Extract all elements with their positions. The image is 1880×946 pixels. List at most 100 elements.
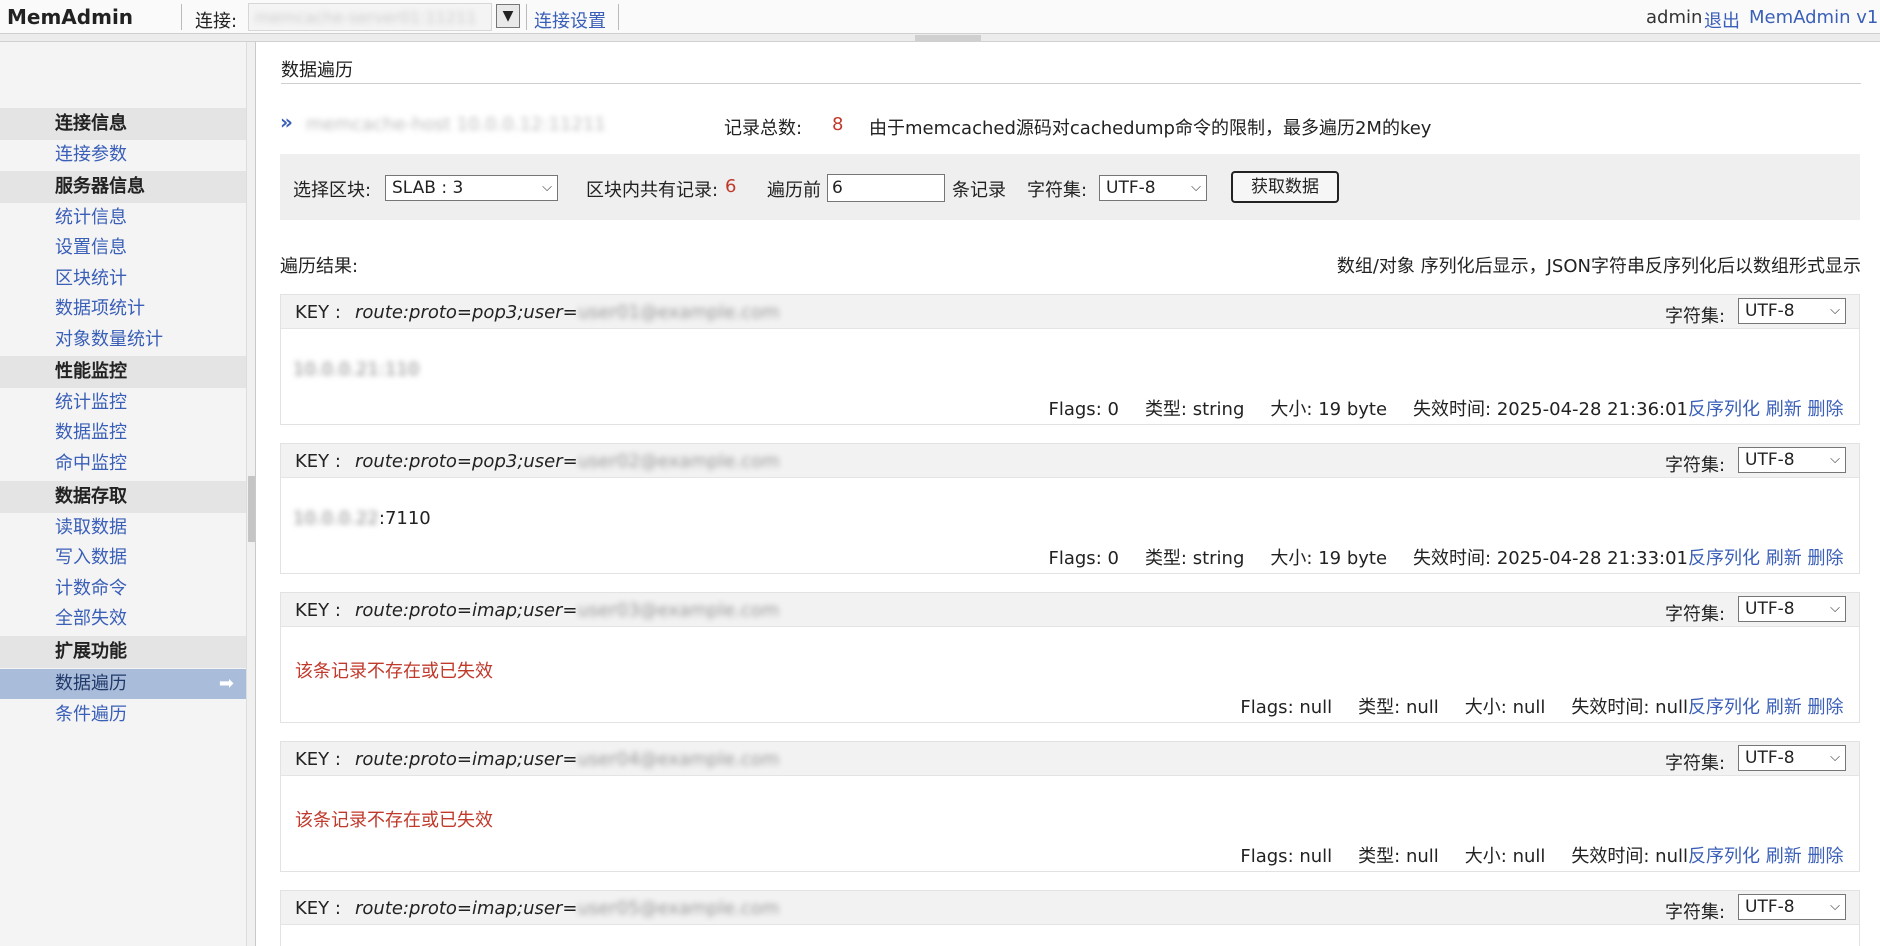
unserialize-link[interactable]: 反序列化 [1688,399,1760,420]
records-unit-label: 条记录 [952,180,1006,201]
key-label: KEY : [295,898,341,919]
sidebar-item-read-data[interactable]: 读取数据 [0,513,246,543]
chevron-down-icon: ⌵ [1191,180,1201,195]
sidebar-item-object-count[interactable]: 对象数量统计 [0,325,246,355]
total-records-value: 8 [832,114,844,135]
main-content: 数据遍历 » memcache-host 10.0.0.12:11211 记录总… [258,42,1880,946]
key-label: KEY : [295,600,341,621]
sidebar-item-item-stats[interactable]: 数据项统计 [0,294,246,324]
charset-select[interactable]: UTF-8 ⌵ [1099,175,1207,201]
record-expire: 失效时间: null [1571,697,1688,718]
unserialize-link[interactable]: 反序列化 [1688,846,1760,867]
record-charset-select[interactable]: UTF-8 ⌵ [1738,596,1846,622]
traverse-count-input[interactable]: 6 [827,174,945,202]
record-value: 10.0.0.21:110 [293,359,420,380]
sidebar-item-data-monitor[interactable]: 数据监控 [0,418,246,448]
sidebar-item-settings[interactable]: 设置信息 [0,233,246,263]
record-actions: 反序列化 刷新 删除 [1688,544,1859,570]
sidebar-item-stats[interactable]: 统计信息 [0,203,246,233]
record-type: 类型: null [1358,846,1439,867]
page-title: 数据遍历 [281,60,353,81]
record-card: KEY : route:proto=pop3;user=user02@examp… [280,443,1860,574]
sidebar-item-counter[interactable]: 计数命令 [0,574,246,604]
connection-label: 连接: [195,11,238,32]
record-size: 大小: null [1464,846,1546,867]
refresh-link[interactable]: 刷新 [1766,846,1802,867]
sidebar-item-hit-monitor[interactable]: 命中监控 [0,449,246,479]
chevron-down-icon: ⌵ [1830,303,1840,318]
sidebar-item-connection-params[interactable]: 连接参数 [0,140,246,170]
record-key: route:proto=pop3;user=user01@example.com [355,302,780,323]
filter-bar: 选择区块: SLAB : 3 ⌵ 区块内共有记录: 6 遍历前 6 条记录 字符… [280,154,1860,220]
sidebar-item-write-data[interactable]: 写入数据 [0,543,246,573]
unserialize-link[interactable]: 反序列化 [1688,548,1760,569]
connection-settings-link[interactable]: 连接设置 [534,7,606,33]
record-charset-select[interactable]: UTF-8 ⌵ [1738,745,1846,771]
scrollbar-thumb[interactable] [248,476,255,542]
chevron-down-icon: ⌵ [1830,452,1840,467]
record-key-bar: KEY : route:proto=imap;user=user03@examp… [281,593,1859,627]
record-charset-select[interactable]: UTF-8 ⌵ [1738,894,1846,920]
record-value: 10.0.0.22:7110 [293,508,431,529]
sidebar-scrollbar[interactable] [246,42,256,946]
key-label: KEY : [295,302,341,323]
record-meta: Flags: 0 类型: string 大小: 19 byte 失效时间: 2025-… [1023,544,1689,570]
chevron-down-icon: ⌵ [1830,750,1840,765]
version-link[interactable]: MemAdmin v1.0. [1749,7,1880,28]
top-bar: MemAdmin 连接: memcache-server01:11211 ▼ 连… [0,0,1880,34]
sidebar-item-label: 数据遍历 [55,673,127,694]
key-label: KEY : [295,451,341,472]
sidebar-item-stats-monitor[interactable]: 统计监控 [0,388,246,418]
record-key-bar: KEY : route:proto=pop3;user=user01@examp… [281,295,1859,329]
logout-link[interactable]: 退出 [1704,7,1740,33]
sidebar-item-flush-all[interactable]: 全部失效 [0,604,246,634]
record-meta: Flags: null 类型: null 大小: null 失效时间: null [1214,693,1688,719]
delete-link[interactable]: 删除 [1807,697,1843,718]
record-actions: 反序列化 刷新 删除 [1688,693,1859,719]
splitter-grip[interactable] [915,35,981,41]
sidebar-item-conditional-traverse[interactable]: 条件遍历 [0,700,246,730]
slab-select[interactable]: SLAB : 3 ⌵ [385,175,558,201]
chevron-down-icon: ⌵ [1830,601,1840,616]
refresh-link[interactable]: 刷新 [1766,697,1802,718]
current-user: admin [1646,7,1703,28]
record-expire: 失效时间: 2025-04-28 21:36:01 [1413,399,1688,420]
record-charset-label: 字符集: [1665,455,1726,476]
record-size: 大小: 19 byte [1270,399,1388,420]
double-chevron-icon: » [280,110,293,134]
connection-dropdown-button[interactable]: ▼ [496,4,520,28]
record-type: 类型: string [1144,399,1245,420]
connection-select[interactable]: memcache-server01:11211 [248,3,492,31]
traverse-first-label: 遍历前 [767,180,821,201]
key-label: KEY : [295,749,341,770]
horizontal-splitter[interactable] [0,34,1880,42]
record-key-bar: KEY : route:proto=imap;user=user05@examp… [281,891,1859,925]
divider [181,4,182,30]
slab-select-value: SLAB : 3 [392,178,464,198]
record-meta: Flags: null 类型: null 大小: null 失效时间: null [1214,842,1688,868]
delete-link[interactable]: 删除 [1807,548,1843,569]
sidebar-item-data-traverse[interactable]: 数据遍历 ➡ [0,669,246,699]
record-charset-select[interactable]: UTF-8 ⌵ [1738,298,1846,324]
record-type: 类型: null [1358,697,1439,718]
sidebar-item-slab-stats[interactable]: 区块统计 [0,264,246,294]
triangle-down-icon: ▼ [502,8,514,24]
fetch-data-button[interactable]: 获取数据 [1231,171,1339,203]
unserialize-link[interactable]: 反序列化 [1688,697,1760,718]
charset-label: 字符集: [1027,180,1088,201]
record-actions: 反序列化 刷新 删除 [1688,395,1859,421]
record-size: 大小: null [1464,697,1546,718]
record-key: route:proto=pop3;user=user02@example.com [355,451,780,472]
delete-link[interactable]: 删除 [1807,399,1843,420]
record-missing-message: 该条记录不存在或已失效 [295,661,493,682]
record-charset-label: 字符集: [1665,306,1726,327]
sidebar-group-connection: 连接信息 [0,108,246,140]
record-charset-select[interactable]: UTF-8 ⌵ [1738,447,1846,473]
refresh-link[interactable]: 刷新 [1766,399,1802,420]
chevron-down-icon: ⌵ [1830,899,1840,914]
delete-link[interactable]: 删除 [1807,846,1843,867]
refresh-link[interactable]: 刷新 [1766,548,1802,569]
record-flags: Flags: null [1240,697,1333,718]
summary-line: » memcache-host 10.0.0.12:11211 记录总数: 8 … [280,110,1860,142]
server-name: memcache-host 10.0.0.12:11211 [306,114,606,135]
